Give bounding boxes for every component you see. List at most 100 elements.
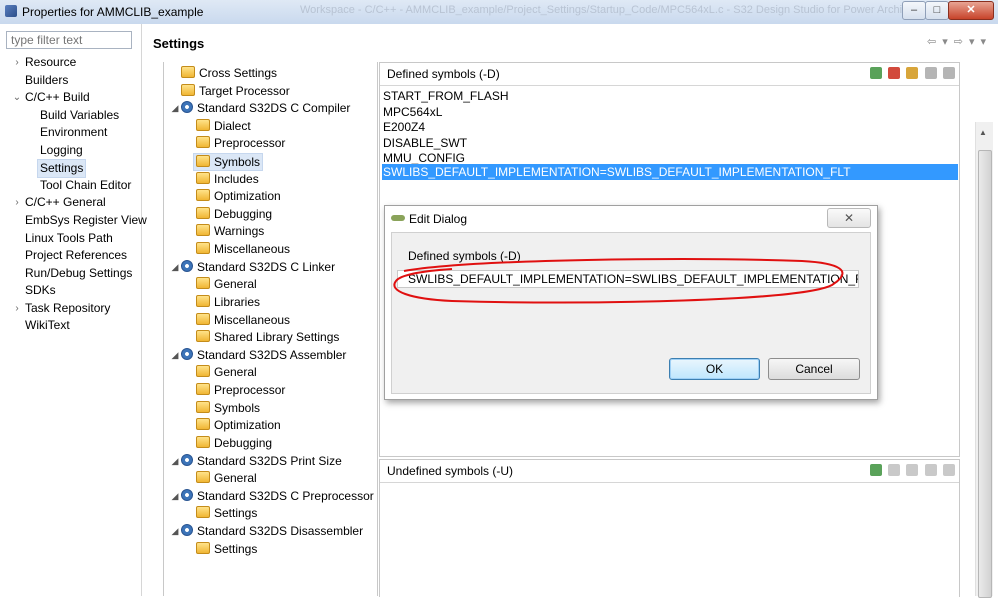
tree-item[interactable]: Symbols bbox=[196, 400, 260, 416]
window-title: Properties for AMMCLIB_example bbox=[22, 5, 204, 19]
expand-arrow-icon[interactable]: ◢ bbox=[170, 453, 180, 469]
tree-item[interactable]: Settings bbox=[196, 505, 257, 521]
add-icon[interactable] bbox=[869, 67, 882, 79]
edit-icon[interactable] bbox=[906, 67, 919, 79]
tree-item[interactable]: Includes bbox=[196, 171, 259, 187]
chevron-down-icon[interactable]: ▾ bbox=[969, 36, 977, 48]
chevron-right-icon[interactable]: › bbox=[12, 54, 22, 71]
move-down-icon[interactable] bbox=[943, 67, 955, 79]
nav-item-tool-chain-editor[interactable]: Tool Chain Editor bbox=[40, 177, 131, 194]
folder-icon bbox=[196, 313, 210, 325]
folder-icon bbox=[196, 224, 210, 236]
move-up-icon[interactable] bbox=[924, 67, 937, 79]
nav-item-cc-general[interactable]: C/C++ General bbox=[25, 194, 106, 211]
nav-item-builders[interactable]: Builders bbox=[25, 72, 68, 89]
expand-arrow-icon[interactable]: ◢ bbox=[170, 100, 180, 116]
forward-icon[interactable]: ⇨ bbox=[954, 36, 965, 48]
tree-item[interactable]: Standard S32DS Assembler bbox=[181, 347, 346, 363]
list-item-selected[interactable]: SWLIBS_DEFAULT_IMPLEMENTATION=SWLIBS_DEF… bbox=[382, 164, 958, 180]
expand-arrow-icon[interactable]: ◢ bbox=[170, 488, 180, 504]
tree-item[interactable]: Standard S32DS Disassembler bbox=[181, 523, 363, 539]
cancel-button[interactable]: Cancel bbox=[768, 358, 860, 380]
back-icon[interactable]: ⇦ bbox=[927, 36, 938, 48]
list-item[interactable]: MPC564xL bbox=[382, 104, 958, 120]
tree-item[interactable]: Target Processor bbox=[181, 83, 290, 99]
chevron-down-icon[interactable]: ⌄ bbox=[12, 89, 22, 106]
scroll-up-arrow-icon[interactable]: ▲ bbox=[979, 128, 987, 137]
view-menu-icon[interactable]: ▾ bbox=[980, 36, 988, 48]
list-item[interactable]: E200Z4 bbox=[382, 119, 958, 135]
delete-icon[interactable] bbox=[887, 464, 900, 476]
dialog-app-icon bbox=[391, 215, 405, 221]
maximize-button[interactable]: □ bbox=[925, 1, 949, 20]
move-down-icon[interactable] bbox=[943, 464, 955, 476]
folder-icon bbox=[181, 84, 195, 96]
expand-arrow-icon[interactable]: ◢ bbox=[170, 347, 180, 363]
tree-item[interactable]: Warnings bbox=[196, 223, 264, 239]
chevron-down-icon[interactable]: ▾ bbox=[942, 36, 950, 48]
chevron-right-icon[interactable]: › bbox=[12, 300, 22, 317]
folder-icon bbox=[196, 189, 210, 201]
tree-item-selected[interactable]: Symbols bbox=[193, 153, 264, 171]
dialog-close-button[interactable]: ✕ bbox=[827, 208, 871, 228]
folder-icon bbox=[196, 401, 210, 413]
minimize-button[interactable]: – bbox=[902, 1, 926, 20]
app-icon bbox=[5, 5, 17, 17]
tree-item[interactable]: Preprocessor bbox=[196, 382, 285, 398]
nav-item-sdks[interactable]: SDKs bbox=[25, 282, 56, 299]
folder-icon bbox=[181, 66, 195, 78]
list-item[interactable]: START_FROM_FLASH bbox=[382, 88, 958, 104]
tree-item[interactable]: Optimization bbox=[196, 417, 281, 433]
edit-icon[interactable] bbox=[906, 464, 919, 476]
tree-item[interactable]: Optimization bbox=[196, 188, 281, 204]
nav-item-environment[interactable]: Environment bbox=[40, 124, 107, 141]
delete-icon[interactable] bbox=[887, 67, 900, 79]
tree-item[interactable]: Standard S32DS C Compiler bbox=[181, 100, 350, 116]
add-icon[interactable] bbox=[869, 464, 882, 476]
tree-item[interactable]: Standard S32DS C Linker bbox=[181, 259, 335, 275]
ok-button[interactable]: OK bbox=[669, 358, 760, 380]
list-item[interactable]: DISABLE_SWT bbox=[382, 135, 958, 151]
tree-item[interactable]: Settings bbox=[196, 541, 257, 557]
tree-item[interactable]: Dialect bbox=[196, 118, 251, 134]
nav-item-run-debug-settings[interactable]: Run/Debug Settings bbox=[25, 265, 132, 282]
folder-icon bbox=[196, 295, 210, 307]
tree-item[interactable]: General bbox=[196, 276, 257, 292]
nav-item-linux-tools-path[interactable]: Linux Tools Path bbox=[25, 230, 113, 247]
expand-arrow-icon[interactable]: ◢ bbox=[170, 523, 180, 539]
tree-item[interactable]: Libraries bbox=[196, 294, 260, 310]
nav-item-build-variables[interactable]: Build Variables bbox=[40, 107, 119, 124]
folder-icon bbox=[196, 383, 210, 395]
gear-icon bbox=[181, 524, 193, 536]
tree-item[interactable]: General bbox=[196, 364, 257, 380]
nav-item-settings[interactable]: Settings bbox=[37, 159, 87, 178]
filter-input[interactable] bbox=[6, 31, 132, 49]
tree-item[interactable]: Debugging bbox=[196, 435, 272, 451]
scrollbar-thumb[interactable] bbox=[978, 150, 992, 598]
nav-item-resource[interactable]: Resource bbox=[25, 54, 76, 71]
nav-item-wikitext[interactable]: WikiText bbox=[25, 317, 70, 334]
tree-item[interactable]: Miscellaneous bbox=[196, 241, 290, 257]
tree-item[interactable]: Debugging bbox=[196, 206, 272, 222]
tree-item[interactable]: General bbox=[196, 470, 257, 486]
background-window-title: Workspace - C/C++ - AMMCLIB_example/Proj… bbox=[300, 4, 936, 16]
nav-item-task-repository[interactable]: Task Repository bbox=[25, 300, 110, 317]
nav-item-cc-build[interactable]: C/C++ Build bbox=[25, 89, 90, 106]
tree-item[interactable]: Cross Settings bbox=[181, 65, 277, 81]
close-window-button[interactable]: ✕ bbox=[948, 1, 994, 20]
edit-dialog: Edit Dialog ✕ Defined symbols (-D) OK Ca… bbox=[384, 205, 878, 400]
nav-item-project-references[interactable]: Project References bbox=[25, 247, 127, 264]
nav-item-logging[interactable]: Logging bbox=[40, 142, 83, 159]
tree-item[interactable]: Standard S32DS C Preprocessor bbox=[181, 488, 374, 504]
defined-symbols-header: Defined symbols (-D) bbox=[380, 63, 959, 86]
tree-item[interactable]: Shared Library Settings bbox=[196, 329, 339, 345]
chevron-right-icon[interactable]: › bbox=[12, 194, 22, 211]
tree-item[interactable]: Preprocessor bbox=[196, 135, 285, 151]
expand-arrow-icon[interactable]: ◢ bbox=[170, 259, 180, 275]
nav-item-embsys-register-view[interactable]: EmbSys Register View bbox=[25, 212, 147, 229]
tree-item[interactable]: Miscellaneous bbox=[196, 312, 290, 328]
gear-icon bbox=[181, 489, 193, 501]
tree-item[interactable]: Standard S32DS Print Size bbox=[181, 453, 342, 469]
move-up-icon[interactable] bbox=[924, 464, 937, 476]
vertical-scrollbar[interactable]: ▲ bbox=[975, 122, 993, 598]
